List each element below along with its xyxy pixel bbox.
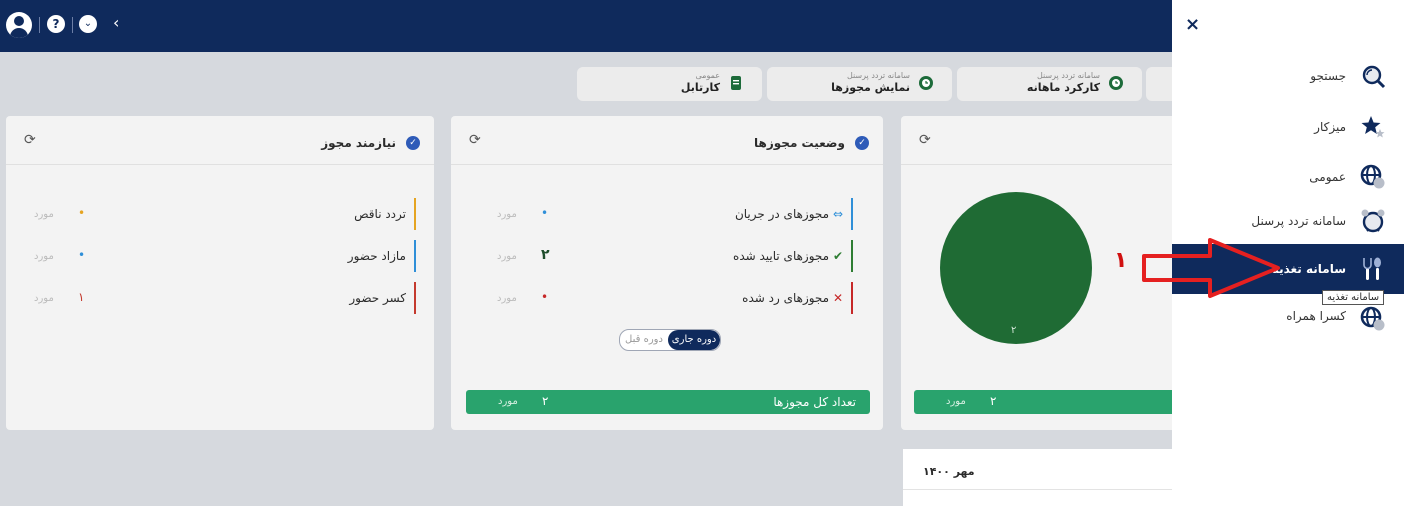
refresh-icon[interactable]: ⟳ — [469, 132, 481, 148]
row-value: • — [78, 206, 86, 220]
sidebar-item-label: میزکار — [1314, 120, 1346, 134]
tab-title: نمایش مجوزها — [831, 81, 910, 94]
row-unit: مورد — [497, 209, 517, 220]
pie-slice-label: ۲ — [1011, 325, 1017, 336]
row-bar — [414, 240, 416, 272]
card-header: ✓ وضعیت مجوزها ⟳ — [451, 116, 883, 165]
tab-overflow[interactable] — [1146, 67, 1172, 101]
pie-chart-card: ⟳ ۲ ۲ مورد — [901, 116, 1172, 430]
clock-icon — [1109, 76, 1123, 90]
sidebar-item-kasra-mobile[interactable]: کسرا همراه — [1172, 300, 1404, 340]
back-chevron-icon[interactable]: ‹ — [113, 13, 119, 32]
close-icon[interactable]: × — [1185, 14, 1200, 35]
presence-deficit-label: کسر حضور — [349, 291, 406, 305]
tooltip: سامانه تغذیه — [1322, 290, 1385, 305]
row-unit: مورد — [34, 293, 54, 304]
rejected-permits-label: ✕ مجوزهای رد شده — [742, 291, 843, 305]
row-bar — [851, 198, 853, 230]
cross-icon: ✕ — [832, 291, 843, 305]
alarm-clock-icon — [1361, 209, 1385, 233]
permit-status-card: ✓ وضعیت مجوزها ⟳ ⇔ مجوزهای در جریان • مو… — [451, 116, 883, 430]
tab-title: کارکرد ماهانه — [1026, 81, 1100, 94]
row-bar — [851, 282, 853, 314]
sidebar-item-label: سامانه تردد پرسنل — [1251, 214, 1346, 228]
row-bar — [851, 240, 853, 272]
tab-title: کارتابل — [680, 81, 720, 94]
tab-category: سامانه تردد پرسنل — [846, 71, 910, 80]
row-bar — [414, 282, 416, 314]
card-header: ⟳ — [901, 116, 1172, 165]
help-button[interactable]: ? — [47, 15, 65, 33]
card-title: وضعیت مجوزها — [754, 136, 845, 150]
divider — [72, 17, 73, 33]
cutlery-icon — [1363, 257, 1381, 280]
user-avatar-icon[interactable] — [6, 12, 32, 38]
pie-total-bar: ۲ مورد — [914, 390, 1172, 414]
row-value: • — [78, 248, 86, 262]
previous-period-option[interactable]: دوره قبل — [620, 330, 668, 350]
swap-icon: ⇔ — [832, 207, 843, 221]
row-unit: مورد — [497, 293, 517, 304]
sidebar-item-desk[interactable]: میزکار — [1172, 108, 1404, 148]
row-value: • — [541, 290, 549, 304]
in-progress-permits-label: ⇔ مجوزهای در جریان — [734, 207, 843, 221]
date-label: مهر ۱۴۰۰ — [923, 465, 975, 478]
row-unit: مورد — [497, 251, 517, 262]
pie-total-unit: مورد — [946, 396, 966, 407]
check-icon: ✔ — [832, 249, 843, 263]
tab-category: سامانه تردد پرسنل — [1036, 71, 1100, 80]
sidebar-item-search[interactable]: جستجو — [1172, 57, 1404, 97]
tab-category: عمومی — [695, 71, 720, 80]
sidebar-item-label: عمومی — [1309, 170, 1346, 184]
total-permits-label: تعداد کل مجوزها — [773, 395, 856, 409]
annotation-arrow-icon — [1142, 238, 1280, 298]
globe-icon — [1360, 306, 1385, 331]
incomplete-traffic-label: تردد ناقص — [354, 207, 406, 221]
sidebar-item-label: کسرا همراه — [1286, 309, 1346, 323]
total-permits-bar: تعداد کل مجوزها ۲ مورد — [466, 390, 870, 414]
needs-permit-card: ✓ نیازمند مجوز ⟳ تردد ناقص • مورد مازاد … — [6, 116, 434, 430]
annotation-number: ۱ — [1114, 248, 1128, 273]
star-icon — [1361, 116, 1385, 138]
total-permits-value: ۲ — [542, 394, 549, 408]
card-header: ✓ نیازمند مجوز ⟳ — [6, 116, 434, 165]
refresh-icon[interactable]: ⟳ — [919, 132, 931, 148]
tab-show-permits[interactable]: سامانه تردد پرسنل نمایش مجوزها — [767, 67, 952, 101]
pie-slice — [940, 192, 1092, 344]
approved-permits-label: ✔ مجوزهای تایید شده — [733, 249, 843, 263]
clock-icon — [919, 76, 933, 90]
row-value: ۲ — [541, 247, 550, 263]
check-badge-icon: ✓ — [406, 136, 420, 150]
document-icon — [731, 76, 741, 90]
row-value: • — [541, 206, 549, 220]
period-toggle[interactable]: دوره جاری دوره قبل — [619, 329, 721, 351]
card-title: نیازمند مجوز — [321, 136, 396, 150]
date-card: مهر ۱۴۰۰ — [903, 449, 1172, 506]
current-period-option[interactable]: دوره جاری — [668, 330, 720, 350]
divider — [39, 17, 40, 33]
pie-total-value: ۲ — [990, 394, 997, 408]
row-bar — [414, 198, 416, 230]
top-bar — [0, 0, 1172, 52]
check-badge-icon: ✓ — [855, 136, 869, 150]
extra-presence-label: مازاد حضور — [347, 249, 406, 263]
sidebar-item-general[interactable]: عمومی — [1172, 158, 1404, 198]
dropdown-button[interactable]: ⌄ — [79, 15, 97, 33]
row-unit: مورد — [34, 209, 54, 220]
refresh-icon[interactable]: ⟳ — [24, 132, 36, 148]
globe-icon — [1360, 164, 1385, 189]
row-value: ۱ — [78, 290, 85, 304]
sidebar-item-label: جستجو — [1310, 69, 1346, 83]
total-permits-unit: مورد — [498, 396, 518, 407]
tab-cartable[interactable]: عمومی کارتابل — [577, 67, 762, 101]
search-icon — [1362, 65, 1386, 89]
tab-monthly-work[interactable]: سامانه تردد پرسنل کارکرد ماهانه — [957, 67, 1142, 101]
row-unit: مورد — [34, 251, 54, 262]
